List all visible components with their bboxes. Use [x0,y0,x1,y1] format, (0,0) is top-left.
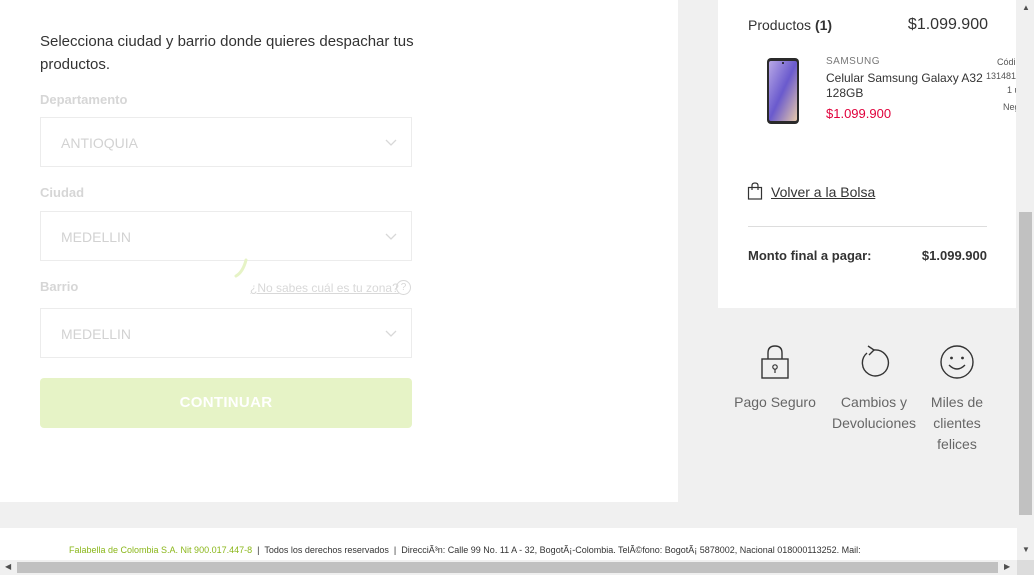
product-qty: 1 u [1007,85,1016,95]
shopping-bag-icon[interactable] [747,182,763,200]
product-details-clipped: Códi 131481 1 u Neg [986,55,1016,125]
vertical-scrollbar[interactable]: ▲ ▼ [1017,0,1034,560]
benefit-label: Pago Seguro [734,394,816,410]
footer-rights: Todos los derechos reservados [264,545,389,555]
padlock-icon [761,345,789,379]
ciudad-value: MEDELLIN [61,229,132,245]
products-label-text: Productos [748,17,812,33]
summary-divider [748,226,987,227]
products-label: Productos (1) [748,17,832,33]
products-count: (1) [814,17,833,33]
scroll-right-arrow-icon[interactable]: ▶ [1004,562,1010,571]
scrollbar-corner [1017,560,1034,575]
chevron-down-icon [385,139,397,146]
products-total: $1.099.900 [907,16,988,33]
footer-separator: | [257,545,260,555]
product-image [767,58,799,124]
chevron-down-icon [385,330,397,337]
benefit-secure-payment: Pago Seguro [725,344,825,413]
final-amount-value: $1.099.900 [921,248,987,263]
order-summary: Productos (1) $1.099.900 SAMSUNG Celular… [718,0,1016,308]
vertical-scrollbar-thumb[interactable] [1019,212,1032,515]
departamento-label: Departamento [40,92,128,107]
back-to-bag-link[interactable]: Volver a la Bolsa [771,184,875,200]
barrio-value: MEDELLIN [61,326,132,342]
loading-spinner-icon [234,258,248,278]
footer-company-link[interactable]: Falabella de Colombia S.A. Nit 900.017.4… [69,545,252,555]
benefit-happy-clients: Miles de clientes felices [922,344,992,455]
footer-address: DirecciÃ³n: Calle 99 No. 11 A - 32, Bogo… [401,545,861,555]
product-color: Neg [1003,102,1016,112]
horizontal-scrollbar[interactable]: ◀ ▶ [0,560,1017,575]
delivery-form-panel: Selecciona ciudad y barrio donde quieres… [0,0,678,502]
product-brand: SAMSUNG [826,56,881,67]
footer: Falabella de Colombia S.A. Nit 900.017.4… [0,528,1017,560]
barrio-select[interactable]: MEDELLIN [40,308,412,358]
refresh-icon [861,345,890,377]
footer-legal-line: Falabella de Colombia S.A. Nit 900.017.4… [69,545,861,555]
zone-help-link[interactable]: ¿No sabes cuál es tu zona? [250,281,399,295]
ciudad-label: Ciudad [40,185,85,200]
final-amount-label: Monto final a pagar: [748,248,872,263]
benefit-returns: Cambios y Devoluciones [824,344,924,434]
scroll-down-arrow-icon[interactable]: ▼ [1022,545,1030,554]
horizontal-scrollbar-thumb[interactable] [17,562,998,573]
intro-text: Selecciona ciudad y barrio donde quieres… [40,33,414,73]
question-icon[interactable]: ? [396,280,411,295]
departamento-value: ANTIOQUIA [61,135,139,151]
smiley-icon [940,345,974,379]
scroll-up-arrow-icon[interactable]: ▲ [1022,3,1030,12]
product-price: $1.099.900 [826,106,892,121]
product-code-label: Códi [997,57,1016,67]
continue-button[interactable]: CONTINUAR [40,378,412,428]
product-name: Celular Samsung Galaxy A32 128GB [826,71,983,100]
ciudad-select[interactable]: MEDELLIN [40,211,412,261]
chevron-down-icon [385,233,397,240]
benefit-label: Miles de clientes felices [930,394,984,452]
departamento-select[interactable]: ANTIOQUIA [40,117,412,167]
footer-separator: | [393,545,397,555]
barrio-label: Barrio [40,279,79,294]
benefit-label: Cambios y Devoluciones [831,394,917,431]
product-code-value: 131481 [986,71,1016,81]
scroll-left-arrow-icon[interactable]: ◀ [5,562,11,571]
